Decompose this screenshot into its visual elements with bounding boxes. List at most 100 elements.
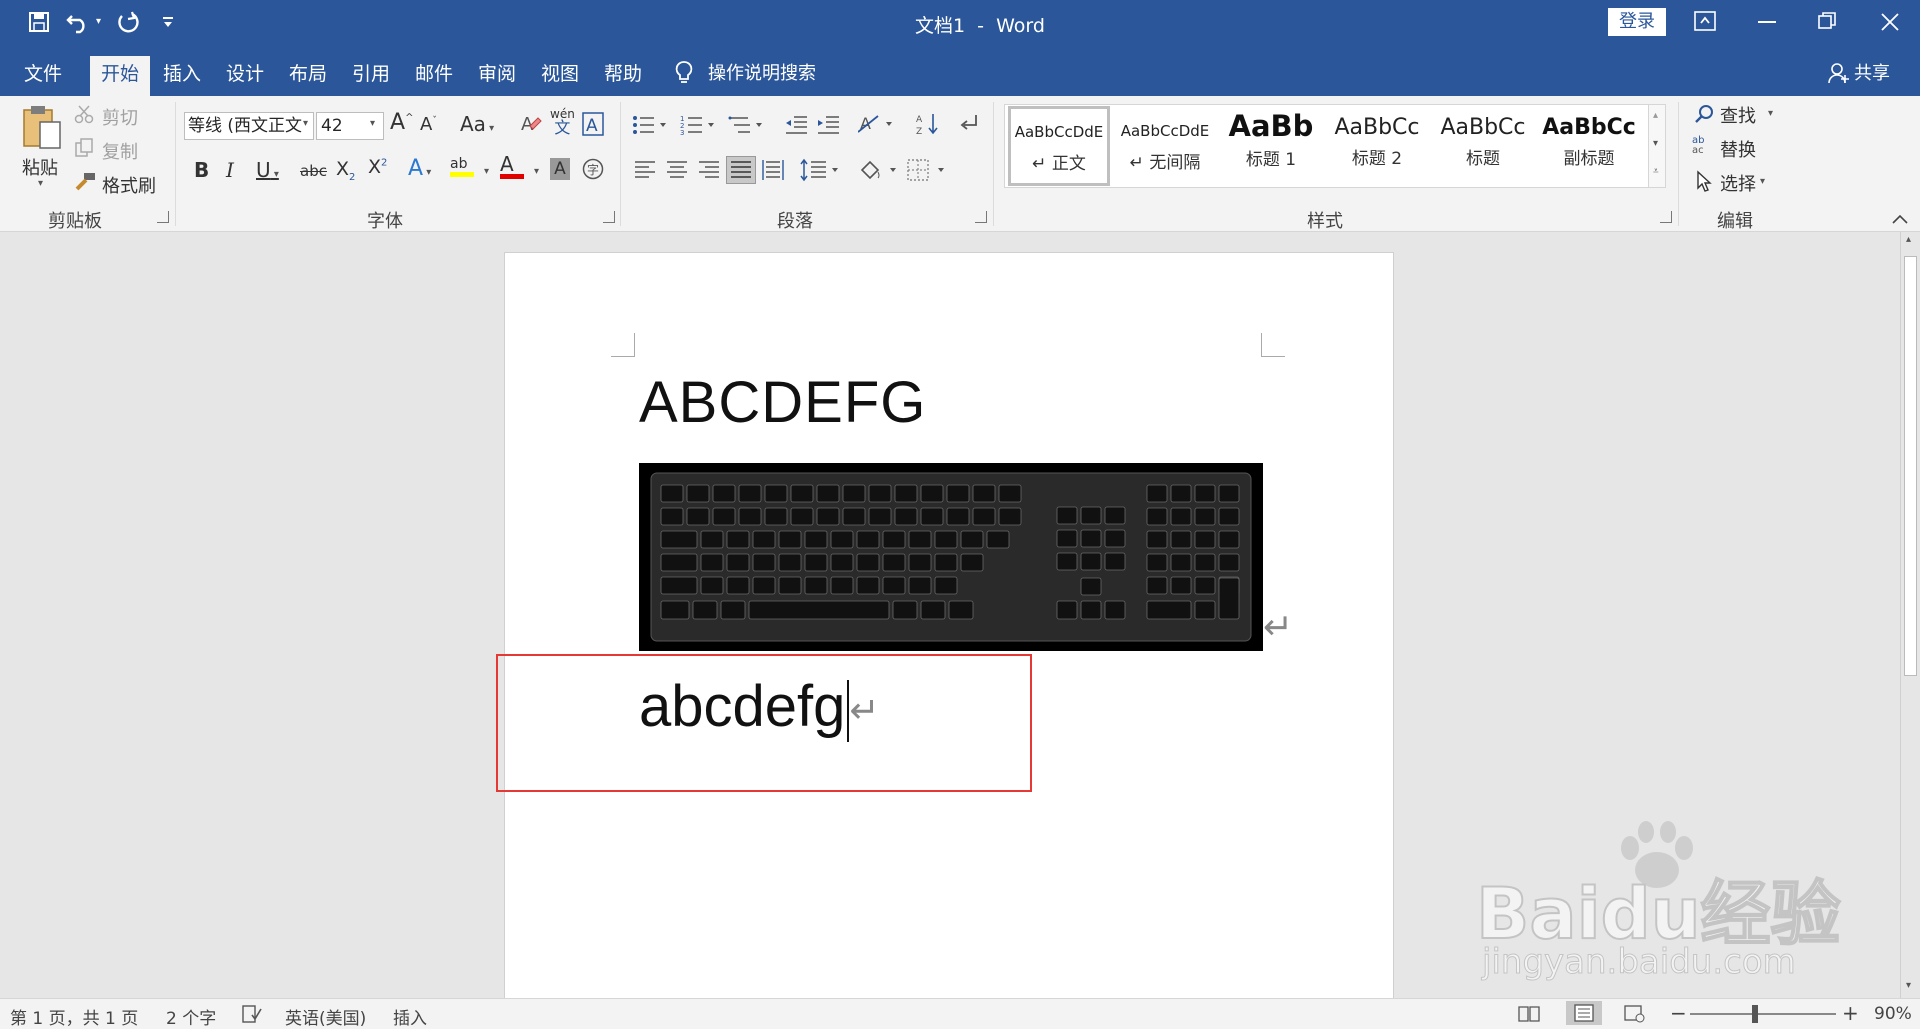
decrease-indent-icon[interactable] — [784, 114, 808, 136]
font-name-combo[interactable]: 等线 (西文正文 — [184, 112, 314, 140]
tab-insert[interactable]: 插入 — [152, 56, 212, 96]
text-effects-button[interactable]: A ▾ — [408, 156, 431, 181]
page-count[interactable]: 第 1 页，共 1 页 — [10, 1004, 138, 1029]
style-item-title[interactable]: AaBbCc 标题 — [1432, 108, 1534, 184]
font-color-dropdown-icon[interactable]: ▾ — [534, 166, 539, 177]
language-indicator[interactable]: 英语(美国) — [285, 1004, 366, 1029]
bold-button[interactable]: B — [194, 158, 209, 182]
styles-down-icon[interactable]: ▾ — [1653, 138, 1658, 149]
highlight-dropdown-icon[interactable]: ▾ — [484, 166, 489, 177]
tab-review[interactable]: 审阅 — [467, 56, 527, 96]
line-spacing-icon[interactable] — [800, 158, 840, 182]
superscript-button[interactable]: X2 — [368, 156, 387, 178]
close-icon[interactable] — [1880, 12, 1900, 32]
scroll-down-icon[interactable]: ▾ — [1906, 980, 1911, 991]
cut-button[interactable]: 剪切 — [102, 104, 138, 130]
character-shading-button[interactable]: A — [550, 158, 570, 180]
save-icon[interactable] — [28, 11, 50, 33]
font-name-dropdown-icon[interactable]: ▾ — [303, 118, 308, 129]
word-count[interactable]: 2 个字 — [166, 1004, 216, 1029]
web-layout-icon[interactable] — [1624, 1005, 1646, 1023]
read-mode-icon[interactable] — [1518, 1005, 1540, 1023]
paragraph-launcher-icon[interactable] — [975, 211, 987, 223]
font-color-button[interactable]: A — [500, 154, 524, 179]
sort-icon[interactable]: AZ — [916, 112, 940, 136]
proofing-icon[interactable] — [242, 1005, 262, 1023]
print-layout-icon[interactable] — [1566, 1001, 1602, 1025]
zoom-slider[interactable] — [1690, 1013, 1836, 1015]
styles-launcher-icon[interactable] — [1660, 211, 1672, 223]
paste-icon[interactable] — [20, 104, 64, 152]
phonetic-guide-button[interactable]: wén 文 — [550, 108, 575, 136]
replace-icon[interactable]: ab ac — [1692, 136, 1704, 156]
vertical-scrollbar[interactable]: ▴ ▾ — [1900, 232, 1920, 998]
paste-dropdown-icon[interactable]: ▾ — [38, 178, 43, 189]
styles-up-icon[interactable]: ▴ — [1653, 110, 1658, 121]
zoom-slider-thumb[interactable] — [1752, 1005, 1758, 1023]
find-button[interactable]: 查找 — [1720, 102, 1756, 128]
underline-button[interactable]: U ▾ — [256, 158, 279, 182]
ribbon-display-options-icon[interactable] — [1694, 11, 1716, 31]
multilevel-list-icon[interactable] — [728, 114, 764, 136]
style-item-normal[interactable]: AaBbCcDdE ↵ 正文 — [1008, 106, 1110, 186]
undo-icon[interactable] — [66, 10, 92, 34]
bullets-icon[interactable] — [632, 114, 668, 136]
font-launcher-icon[interactable] — [603, 211, 615, 223]
subscript-button[interactable]: X2 — [336, 158, 355, 183]
copy-button[interactable]: 复制 — [102, 138, 138, 164]
tab-references[interactable]: 引用 — [341, 56, 401, 96]
person-icon[interactable] — [1828, 62, 1850, 84]
replace-button[interactable]: 替换 — [1720, 136, 1756, 162]
highlight-color-button[interactable]: ab — [450, 156, 474, 177]
distributed-icon[interactable] — [762, 160, 784, 180]
select-button[interactable]: 选择 — [1720, 170, 1756, 196]
show-hide-marks-icon[interactable] — [956, 112, 980, 136]
paintbrush-icon[interactable] — [74, 172, 96, 192]
redo-icon[interactable] — [116, 10, 140, 34]
clear-formatting-icon[interactable]: A — [520, 112, 542, 136]
italic-button[interactable]: I — [226, 158, 234, 182]
tab-help[interactable]: 帮助 — [593, 56, 653, 96]
change-case-button[interactable]: Aa ▾ — [460, 112, 494, 136]
search-icon[interactable] — [1694, 104, 1714, 124]
tab-layout[interactable]: 布局 — [278, 56, 338, 96]
strikethrough-button[interactable]: abc — [300, 162, 327, 180]
grow-font-button[interactable]: A^ — [390, 110, 413, 135]
chinese-layout-icon[interactable]: A — [858, 112, 894, 136]
scroll-up-icon[interactable]: ▴ — [1906, 234, 1911, 245]
font-size-dropdown-icon[interactable]: ▾ — [370, 118, 375, 129]
tell-me-search[interactable]: 操作说明搜索 — [708, 59, 816, 85]
undo-dropdown-icon[interactable]: ▾ — [96, 16, 101, 27]
style-item-heading1[interactable]: AaBb 标题 1 — [1220, 108, 1322, 184]
copy-icon[interactable] — [74, 138, 94, 158]
tab-design[interactable]: 设计 — [215, 56, 275, 96]
heading-text[interactable]: ABCDEFG — [639, 369, 926, 436]
styles-more-icon[interactable]: ⩡ — [1653, 166, 1659, 177]
align-center-icon[interactable] — [666, 160, 688, 180]
customize-quick-access-icon[interactable] — [162, 16, 174, 28]
keyboard-image[interactable] — [639, 463, 1263, 651]
tab-view[interactable]: 视图 — [530, 56, 590, 96]
scissors-icon[interactable] — [74, 104, 94, 124]
style-item-no-spacing[interactable]: AaBbCcDdE ↵ 无间隔 — [1114, 108, 1216, 184]
enclose-characters-icon[interactable]: 字 — [582, 158, 604, 180]
character-border-icon[interactable]: A — [582, 112, 604, 136]
zoom-out-button[interactable]: − — [1670, 1001, 1687, 1025]
tab-file[interactable]: 文件 — [10, 56, 76, 96]
zoom-in-button[interactable]: + — [1842, 1001, 1859, 1025]
format-painter-button[interactable]: 格式刷 — [102, 172, 156, 198]
zoom-level[interactable]: 90% — [1874, 1004, 1912, 1024]
tab-home[interactable]: 开始 — [90, 56, 150, 96]
borders-icon[interactable] — [906, 158, 946, 182]
find-dropdown-icon[interactable]: ▾ — [1768, 108, 1773, 119]
align-left-icon[interactable] — [634, 160, 656, 180]
restore-icon[interactable] — [1818, 12, 1836, 30]
justify-icon[interactable] — [726, 156, 756, 184]
collapse-ribbon-icon[interactable] — [1892, 214, 1908, 224]
lightbulb-icon[interactable] — [674, 60, 694, 86]
numbering-icon[interactable]: 123 — [680, 114, 716, 136]
increase-indent-icon[interactable] — [816, 114, 840, 136]
style-item-subtitle[interactable]: AaBbCc 副标题 — [1538, 108, 1640, 184]
insert-mode[interactable]: 插入 — [393, 1004, 427, 1029]
share-button[interactable]: 共享 — [1854, 59, 1890, 85]
